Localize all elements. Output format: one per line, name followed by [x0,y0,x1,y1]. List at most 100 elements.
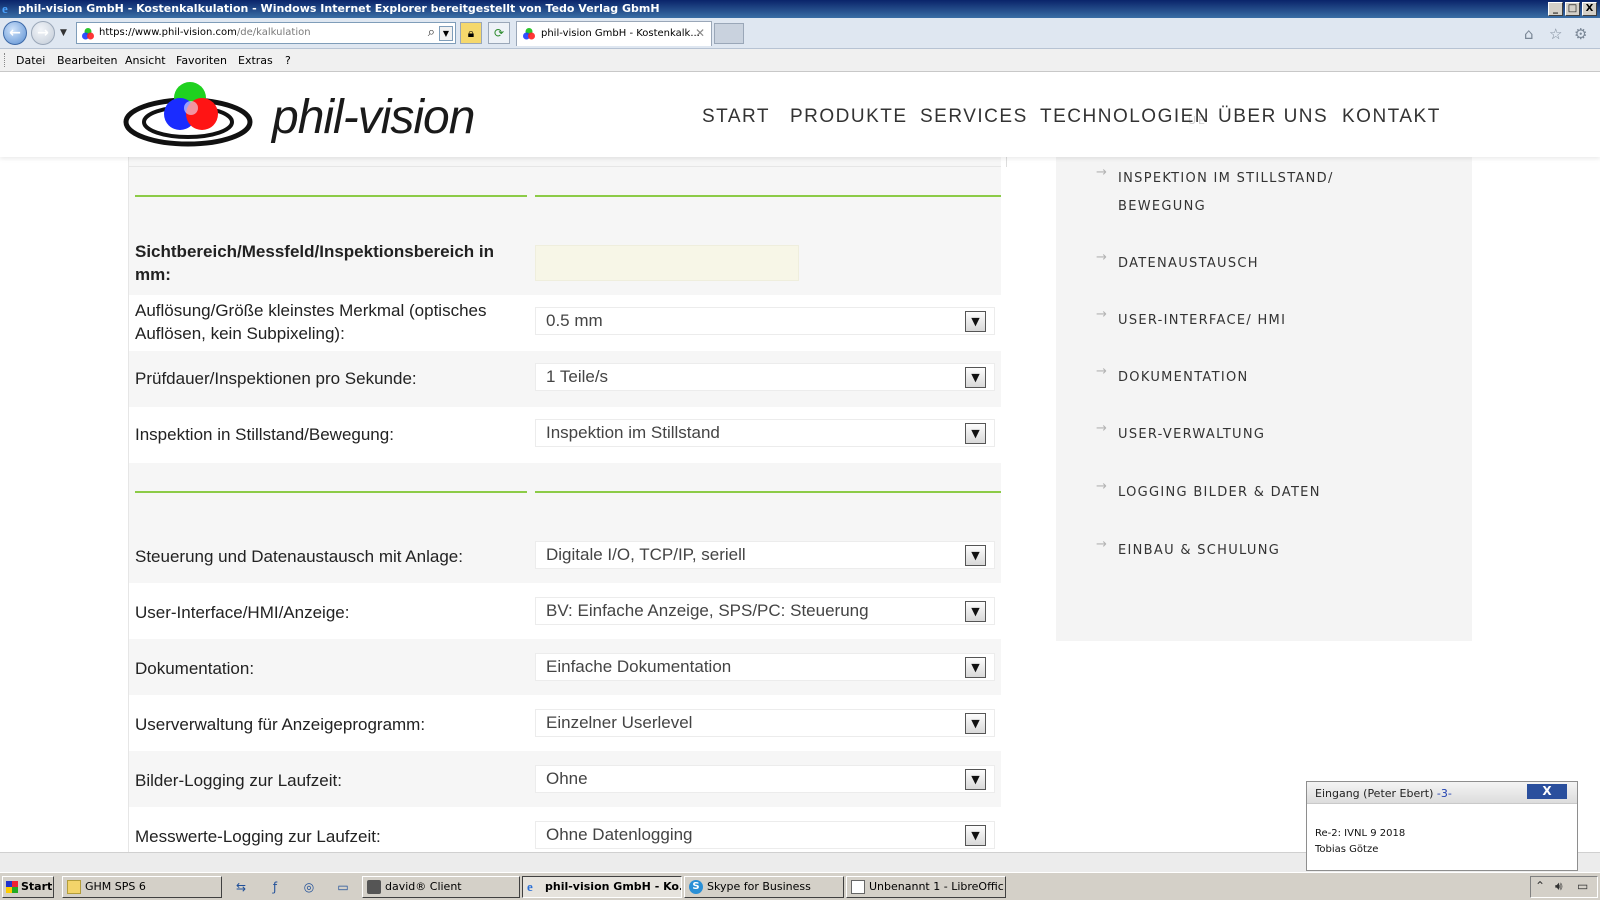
taskbar-libreoffice[interactable]: Unbenannt 1 - LibreOffic... [846,876,1006,898]
site-favicon-icon [82,28,94,40]
home-icon[interactable]: ⌂ [1524,25,1534,43]
form-row: Prüfdauer/Inspektionen pro Sekunde: 1 Te… [129,351,1001,407]
taskbar-label: phil-vision GmbH - Ko... [545,880,682,893]
sidebar-item-einbau[interactable]: → EINBAU & SCHULUNG [1096,537,1281,565]
data-exchange-select[interactable]: Digitale I/O, TCP/IP, seriell ▼ [535,541,995,569]
browser-tab[interactable]: phil-vision GmbH - Kostenkalk... ✕ [516,21,712,46]
sidebar-nav: → INSPEKTION IM STILLSTAND/ BEWEGUNG → D… [1056,157,1472,641]
toolbar-grip[interactable] [4,53,7,67]
menu-favoriten[interactable]: Favoriten [176,54,227,67]
arrow-right-icon: → [1096,364,1109,379]
field-label: Prüfdauer/Inspektionen pro Sekunde: [135,369,417,388]
separator-line [135,491,527,493]
close-window-button[interactable]: X [1582,2,1597,16]
start-label: Start [21,880,53,893]
area-input[interactable] [535,245,799,281]
taskbar-david-client[interactable]: david® Client [362,876,520,898]
dropdown-arrow-icon[interactable]: ▼ [965,423,986,444]
taskbar-label: GHM SPS 6 [85,880,146,893]
dropdown-arrow-icon[interactable]: ▼ [965,713,986,734]
form-row: Userverwaltung für Anzeigeprogramm: Einz… [129,695,1001,751]
sidebar-item-datenaustausch[interactable]: → DATENAUSTAUSCH [1096,250,1259,278]
start-button[interactable]: Start [2,876,54,898]
tab-close-icon[interactable]: ✕ [695,26,705,40]
image-logging-select[interactable]: Ohne ▼ [535,765,995,793]
form-top-band [129,157,1001,167]
select-value: 1 Teile/s [546,367,609,386]
forward-button[interactable]: → [31,21,55,45]
resolution-select[interactable]: 0.5 mm ▼ [535,307,995,335]
user-management-select[interactable]: Einzelner Userlevel ▼ [535,709,995,737]
nav-ueber-uns[interactable]: ÜBER UNS [1218,106,1328,128]
refresh-icon[interactable]: ⟳ [488,22,510,44]
url-text[interactable]: https://www.phil-vision.com/de/kalkulati… [99,27,311,38]
settings-gear-icon[interactable]: ⚙ [1574,25,1587,43]
dropdown-arrow-icon[interactable]: ▼ [965,545,986,566]
favorites-star-icon[interactable]: ☆ [1549,25,1562,43]
dropdown-arrow-icon[interactable]: ▼ [965,825,986,846]
dropdown-arrow-icon[interactable]: ▼ [965,769,986,790]
motion-select[interactable]: Inspektion im Stillstand ▼ [535,419,995,447]
site-logo[interactable]: phil-vision [122,76,502,152]
maximize-button[interactable]: □ [1565,2,1580,16]
nav-technologien[interactable]: TECHNOLOGIEN [1040,106,1210,128]
data-logging-select[interactable]: Ohne Datenlogging ▼ [535,821,995,849]
sidebar-item-user-verwaltung[interactable]: → USER-VERWALTUNG [1096,421,1266,449]
inspection-rate-select[interactable]: 1 Teile/s ▼ [535,363,995,391]
tray-expand-icon[interactable]: ⌃ [1535,879,1545,893]
taskbar-skype[interactable]: S Skype for Business [684,876,844,898]
nav-produkte[interactable]: PRODUKTE [790,106,908,128]
field-label: Dokumentation: [135,659,255,678]
taskbar-ie-philvision[interactable]: e phil-vision GmbH - Ko... [522,876,682,898]
search-icon[interactable]: ⌕ [428,25,435,40]
field-label: Sichtbereich/Messfeld/Inspektionsbereich… [135,242,494,284]
mail-notification[interactable]: Eingang (Peter Ebert) -3- X Re-2: IVNL 9… [1306,781,1578,871]
nav-start[interactable]: START [702,106,770,128]
dropdown-arrow-icon[interactable]: ▼ [965,601,986,622]
arrow-right-icon: → [1096,537,1109,552]
ie-icon: e [527,879,533,894]
dropdown-arrow-icon[interactable]: ▼ [965,657,986,678]
menu-bar: Datei Bearbeiten Ansicht Favoriten Extra… [0,49,1600,72]
menu-bearbeiten[interactable]: Bearbeiten [57,54,117,67]
sidebar-item-inspektion[interactable]: → INSPEKTION IM STILLSTAND/ BEWEGUNG [1096,165,1334,221]
address-dropdown-icon[interactable]: ▼ [439,26,453,41]
nav-kontakt[interactable]: KONTAKT [1342,106,1441,128]
taskbar-ghm[interactable]: GHM SPS 6 [62,876,222,898]
sidebar-item-dokumentation[interactable]: → DOKUMENTATION [1096,364,1249,392]
sidebar-item-logging[interactable]: → LOGGING BILDER & DATEN [1096,479,1321,507]
window-title: phil-vision GmbH - Kostenkalkulation - W… [18,2,660,15]
quicklaunch-icon[interactable]: ƒ [266,878,284,896]
menu-help[interactable]: ? [285,54,291,67]
dropdown-arrow-icon[interactable]: ▼ [965,311,986,332]
ie-logo-icon: e [2,1,8,16]
sidebar-item-label: USER-VERWALTUNG [1118,427,1266,442]
skype-icon: S [689,880,703,894]
site-header: phil-vision UE START PRODUKTE SERVICES T… [0,72,1600,157]
minimize-button[interactable]: _ [1548,2,1563,16]
network-icon[interactable]: ▭ [1577,879,1588,893]
notification-close-button[interactable]: X [1527,784,1567,799]
sidebar-item-label: EINBAU & SCHULUNG [1118,543,1281,558]
lock-icon[interactable]: 🔒︎ [460,22,482,44]
volume-icon[interactable]: 🔊︎ [1555,879,1563,894]
arrow-right-icon: → [1096,479,1109,494]
sidebar-item-hmi[interactable]: → USER-INTERFACE/ HMI [1096,307,1286,335]
menu-datei[interactable]: Datei [16,54,45,67]
quicklaunch-icon[interactable]: ⇆ [232,878,250,896]
url-domain: phil-vision.com [161,27,237,38]
documentation-select[interactable]: Einfache Dokumentation ▼ [535,653,995,681]
menu-extras[interactable]: Extras [238,54,273,67]
new-tab-button[interactable] [714,23,744,44]
nav-services[interactable]: SERVICES [920,106,1028,128]
dropdown-arrow-icon[interactable]: ▼ [965,367,986,388]
quicklaunch-icon[interactable]: ▭ [334,878,352,896]
hmi-select[interactable]: BV: Einfache Anzeige, SPS/PC: Steuerung … [535,597,995,625]
menu-ansicht[interactable]: Ansicht [125,54,166,67]
address-bar[interactable]: https://www.phil-vision.com/de/kalkulati… [76,22,456,44]
notification-folder: Eingang (Peter Ebert) [1315,787,1434,800]
quicklaunch-icon[interactable]: ◎ [300,878,318,896]
back-button[interactable]: ← [3,21,27,45]
history-dropdown-icon[interactable]: ▼ [60,28,67,38]
notification-subject: Re-2: IVNL 9 2018 [1315,828,1406,839]
